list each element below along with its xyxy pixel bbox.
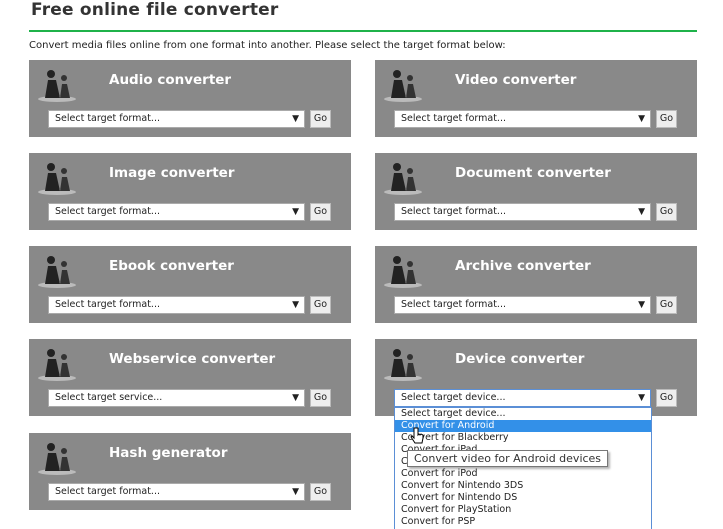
device-icon — [384, 349, 422, 381]
converter-panel: Archive converter Select target format..… — [375, 246, 697, 323]
hand-cursor-icon — [410, 427, 424, 444]
converter-panel: Audio converter Select target format... ▼… — [29, 60, 351, 137]
dropdown-arrow-icon: ▼ — [292, 300, 299, 310]
page-title: Free online file converter — [31, 0, 279, 20]
dropdown-option[interactable]: Select target device... — [395, 408, 651, 420]
document-icon — [384, 163, 422, 195]
converter-panel: Document converter Select target format.… — [375, 153, 697, 230]
audio-dancers-icon — [38, 70, 76, 102]
go-button[interactable]: Go — [656, 389, 677, 407]
panel-title: Audio converter — [109, 72, 232, 88]
panel-title: Archive converter — [455, 258, 591, 274]
go-button[interactable]: Go — [310, 203, 331, 221]
ebook-icon — [38, 256, 76, 288]
select-value: Select target device... — [401, 392, 506, 403]
dropdown-option[interactable]: Convert for iPod — [395, 468, 651, 480]
target-format-select[interactable]: Select target format... ▼ — [48, 203, 305, 221]
dropdown-arrow-icon: ▼ — [292, 207, 299, 217]
select-value: Select target format... — [401, 299, 506, 310]
target-format-select[interactable]: Select target format... ▼ — [48, 110, 305, 128]
dropdown-arrow-icon: ▼ — [292, 487, 299, 497]
target-format-select[interactable]: Select target format... ▼ — [394, 110, 651, 128]
select-value: Select target service... — [55, 392, 163, 403]
target-format-select[interactable]: Select target format... ▼ — [48, 483, 305, 501]
dropdown-option[interactable]: Convert for Nintendo 3DS — [395, 480, 651, 492]
converter-panel: Webservice converter Select target servi… — [29, 339, 351, 416]
dropdown-arrow-icon: ▼ — [292, 114, 299, 124]
panel-title: Image converter — [109, 165, 235, 181]
title-divider — [29, 30, 697, 32]
webservice-icon — [38, 349, 76, 381]
panel-title: Ebook converter — [109, 258, 234, 274]
panel-title: Document converter — [455, 165, 611, 181]
target-format-select[interactable]: Select target format... ▼ — [48, 296, 305, 314]
select-value: Select target format... — [55, 486, 160, 497]
select-value: Select target format... — [55, 113, 160, 124]
go-button[interactable]: Go — [656, 203, 677, 221]
archive-icon — [384, 256, 422, 288]
select-value: Select target format... — [401, 113, 506, 124]
panel-title: Video converter — [455, 72, 577, 88]
dropdown-option[interactable]: Convert for Blackberry — [395, 432, 651, 444]
go-button[interactable]: Go — [656, 296, 677, 314]
go-button[interactable]: Go — [310, 483, 331, 501]
converter-panel: Video converter Select target format... ▼… — [375, 60, 697, 137]
panel-title: Hash generator — [109, 445, 228, 461]
device-dropdown-list[interactable]: Select target device... Convert for Andro… — [394, 407, 652, 529]
dropdown-arrow-icon: ▼ — [292, 393, 299, 403]
target-format-select[interactable]: Select target device... ▼ — [394, 389, 651, 407]
converter-panel: Device converter Select target device...… — [375, 339, 697, 416]
image-icon — [38, 163, 76, 195]
converter-panel: Ebook converter Select target format... ▼… — [29, 246, 351, 323]
select-value: Select target format... — [401, 206, 506, 217]
dropdown-arrow-icon: ▼ — [638, 207, 645, 217]
go-button[interactable]: Go — [656, 110, 677, 128]
dropdown-option[interactable]: Convert for Android — [395, 420, 651, 432]
dropdown-option[interactable]: Convert for PlayStation — [395, 504, 651, 516]
dropdown-arrow-icon: ▼ — [638, 114, 645, 124]
dropdown-arrow-icon: ▼ — [638, 393, 645, 403]
target-format-select[interactable]: Select target format... ▼ — [394, 203, 651, 221]
target-format-select[interactable]: Select target service... ▼ — [48, 389, 305, 407]
select-value: Select target format... — [55, 299, 160, 310]
go-button[interactable]: Go — [310, 296, 331, 314]
converter-panel: Image converter Select target format... ▼… — [29, 153, 351, 230]
intro-text: Convert media files online from one form… — [29, 40, 506, 51]
panel-title: Webservice converter — [109, 351, 276, 367]
select-value: Select target format... — [55, 206, 160, 217]
go-button[interactable]: Go — [310, 389, 331, 407]
panel-title: Device converter — [455, 351, 585, 367]
dropdown-option[interactable]: Convert for PSP — [395, 516, 651, 528]
converter-panel: Hash generator Select target format... ▼ … — [29, 433, 351, 510]
tooltip: Convert video for Android devices — [407, 450, 609, 467]
go-button[interactable]: Go — [310, 110, 331, 128]
target-format-select[interactable]: Select target format... ▼ — [394, 296, 651, 314]
video-icon — [384, 70, 422, 102]
dropdown-option[interactable]: Convert for Nintendo DS — [395, 492, 651, 504]
dropdown-arrow-icon: ▼ — [638, 300, 645, 310]
hash-icon — [38, 443, 76, 475]
